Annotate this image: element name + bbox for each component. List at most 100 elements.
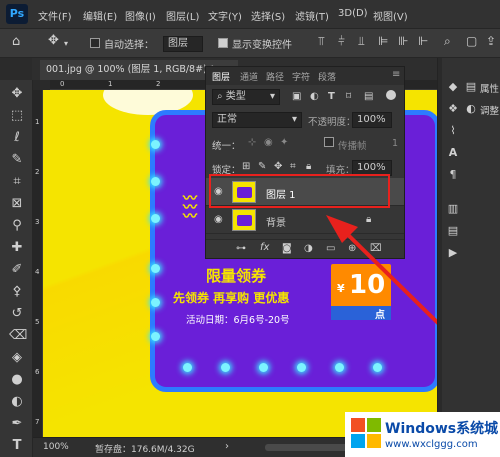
adjustments-icon[interactable]: ◐ bbox=[464, 102, 478, 116]
library-icon[interactable]: ▥ bbox=[446, 202, 460, 216]
eyedropper-tool-icon[interactable]: ⚲ bbox=[9, 218, 25, 234]
dodge-tool-icon[interactable]: ◐ bbox=[9, 394, 25, 410]
propagate-label: 传播帧 bbox=[338, 141, 367, 152]
menu-file[interactable]: 文件(F) bbox=[38, 8, 72, 23]
menu-filter[interactable]: 滤镜(T) bbox=[295, 8, 329, 23]
opacity-field[interactable]: 100% bbox=[352, 112, 392, 128]
unify-visibility-icon[interactable]: ◉ bbox=[264, 137, 273, 148]
auto-select-dropdown[interactable]: 图层 bbox=[163, 36, 203, 52]
eye-icon[interactable]: ◉ bbox=[214, 214, 223, 225]
zoom-level[interactable]: 100% bbox=[43, 442, 69, 452]
crop-tool-icon[interactable]: ⌗ bbox=[9, 174, 25, 190]
actions-icon[interactable]: ▶ bbox=[446, 246, 460, 260]
type-tool-icon[interactable]: T bbox=[9, 438, 25, 454]
workspace-icon[interactable]: ▢ bbox=[466, 34, 477, 48]
clone-stamp-icon[interactable]: ⚴ bbox=[9, 284, 25, 300]
poster-subtitle: 先领券 再享购 更优惠 bbox=[173, 291, 290, 305]
paragraph-icon[interactable]: ¶ bbox=[446, 168, 460, 182]
menu-select[interactable]: 选择(S) bbox=[251, 8, 285, 23]
poster-title: 限量领券 bbox=[206, 267, 267, 285]
photoshop-logo[interactable]: Ps bbox=[6, 4, 28, 24]
swatches-icon[interactable]: ❖ bbox=[446, 102, 460, 116]
align-right-icon[interactable]: ⊩ bbox=[418, 34, 428, 48]
document-info[interactable]: 暂存盘：176.6M/4.32G bbox=[95, 442, 195, 455]
filter-type-icon[interactable]: T bbox=[328, 91, 335, 102]
filter-shape-icon[interactable]: ⌑ bbox=[346, 91, 351, 102]
align-hcenter-icon[interactable]: ⊪ bbox=[398, 34, 408, 48]
ruler-tick: 2 bbox=[35, 168, 40, 176]
opacity-value: 100% bbox=[357, 114, 386, 125]
path-icon[interactable]: ⌇ bbox=[446, 124, 460, 138]
ruler-tick: 4 bbox=[35, 268, 40, 276]
show-transform-label: 显示变换控件 bbox=[232, 40, 292, 51]
filter-adjustment-icon[interactable]: ◐ bbox=[310, 91, 319, 102]
menu-image[interactable]: 图像(I) bbox=[125, 8, 156, 23]
tab-paragraph[interactable]: 段落 bbox=[318, 70, 336, 83]
lock-pixels-icon[interactable]: ✎ bbox=[258, 161, 266, 172]
align-bottom-icon[interactable]: ⫫ bbox=[358, 34, 365, 49]
pen-tool-icon[interactable]: ✒ bbox=[9, 416, 25, 432]
unify-position-icon[interactable]: ⊹ bbox=[248, 137, 256, 148]
brush-tool-icon[interactable]: ✐ bbox=[9, 262, 25, 278]
filter-smart-icon[interactable]: ▤ bbox=[364, 91, 373, 102]
menu-edit[interactable]: 编辑(E) bbox=[83, 8, 117, 23]
properties-label[interactable]: 属性 bbox=[480, 81, 499, 95]
blur-tool-icon[interactable]: ● bbox=[9, 372, 25, 388]
adjustments-label[interactable]: 调整 bbox=[480, 103, 499, 117]
auto-select-value: 图层 bbox=[168, 38, 188, 49]
eraser-tool-icon[interactable]: ⌫ bbox=[9, 328, 27, 344]
light-bulb bbox=[151, 298, 160, 307]
lasso-tool-icon[interactable]: ℓ bbox=[9, 130, 25, 146]
filter-toggle-icon[interactable] bbox=[386, 90, 396, 100]
chevron-down-icon[interactable]: ▾ bbox=[64, 39, 68, 48]
frame-tool-icon[interactable]: ⊠ bbox=[9, 196, 25, 212]
tab-channels[interactable]: 通道 bbox=[240, 70, 258, 83]
ruler-tick: 1 bbox=[35, 118, 40, 126]
layers-stack-icon[interactable]: ◆ bbox=[446, 80, 460, 94]
layer-filter-dropdown[interactable]: ⌕ 类型 ▾ bbox=[212, 89, 280, 105]
watermark-title: Windows系统城 bbox=[385, 421, 499, 437]
lock-transparent-icon[interactable]: ⊞ bbox=[242, 161, 250, 172]
history-brush-icon[interactable]: ↺ bbox=[9, 306, 25, 322]
character-icon[interactable]: A bbox=[446, 146, 460, 160]
search-icon[interactable]: ⌕ bbox=[444, 34, 451, 49]
lock-all-icon[interactable]: 🔒︎ bbox=[306, 161, 311, 172]
auto-select-checkbox[interactable] bbox=[90, 38, 100, 51]
blend-mode-dropdown[interactable]: 正常 ▾ bbox=[212, 112, 302, 128]
quick-select-tool-icon[interactable]: ✎ bbox=[9, 152, 25, 168]
tools-panel: ✥ ⬚ ℓ ✎ ⌗ ⊠ ⚲ ✚ ✐ ⚴ ↺ ⌫ ◈ ● ◐ ✒ T bbox=[0, 80, 33, 457]
align-left-icon[interactable]: ⊫ bbox=[378, 34, 388, 48]
tab-layers[interactable]: 图层 bbox=[212, 70, 230, 83]
home-icon[interactable]: ⌂ bbox=[12, 34, 20, 49]
status-arrow-icon[interactable]: › bbox=[225, 441, 229, 452]
menu-3d[interactable]: 3D(D) bbox=[338, 8, 368, 19]
add-mask-icon[interactable]: ◙ bbox=[282, 243, 292, 254]
link-layers-icon[interactable]: ⊶ bbox=[236, 243, 246, 254]
marquee-tool-icon[interactable]: ⬚ bbox=[9, 108, 25, 124]
lock-position-icon[interactable]: ✥ bbox=[274, 161, 282, 172]
menu-type[interactable]: 文字(Y) bbox=[208, 8, 242, 23]
menu-view[interactable]: 视图(V) bbox=[373, 8, 408, 23]
share-icon[interactable]: ⇪ bbox=[486, 34, 496, 48]
show-transform-checkbox[interactable] bbox=[218, 38, 228, 51]
tab-paths[interactable]: 路径 bbox=[266, 70, 284, 83]
filter-pixel-icon[interactable]: ▣ bbox=[292, 91, 301, 102]
properties-icon[interactable]: ▤ bbox=[464, 80, 478, 94]
unify-style-icon[interactable]: ✦ bbox=[280, 137, 288, 148]
menu-layer[interactable]: 图层(L) bbox=[166, 8, 199, 23]
layer-name[interactable]: 背景 bbox=[266, 214, 286, 229]
fx-icon[interactable]: fx bbox=[260, 242, 269, 253]
move-tool-icon[interactable]: ✥ bbox=[48, 33, 59, 48]
lock-artboard-icon[interactable]: ⌗ bbox=[290, 161, 296, 172]
move-tool-icon[interactable]: ✥ bbox=[9, 86, 25, 102]
align-top-icon[interactable]: ⫪ bbox=[318, 34, 325, 49]
history-icon[interactable]: ▤ bbox=[446, 224, 460, 238]
paint-bucket-icon[interactable]: ◈ bbox=[9, 350, 25, 366]
healing-brush-icon[interactable]: ✚ bbox=[9, 240, 25, 256]
tab-character[interactable]: 字符 bbox=[292, 70, 310, 83]
align-vcenter-icon[interactable]: ⫩ bbox=[338, 34, 345, 49]
propagate-checkbox[interactable] bbox=[324, 137, 334, 150]
ruler-tick: 0 bbox=[60, 80, 65, 88]
blend-mode-value: 正常 bbox=[217, 114, 237, 125]
panel-menu-icon[interactable]: ≡ bbox=[392, 69, 400, 80]
